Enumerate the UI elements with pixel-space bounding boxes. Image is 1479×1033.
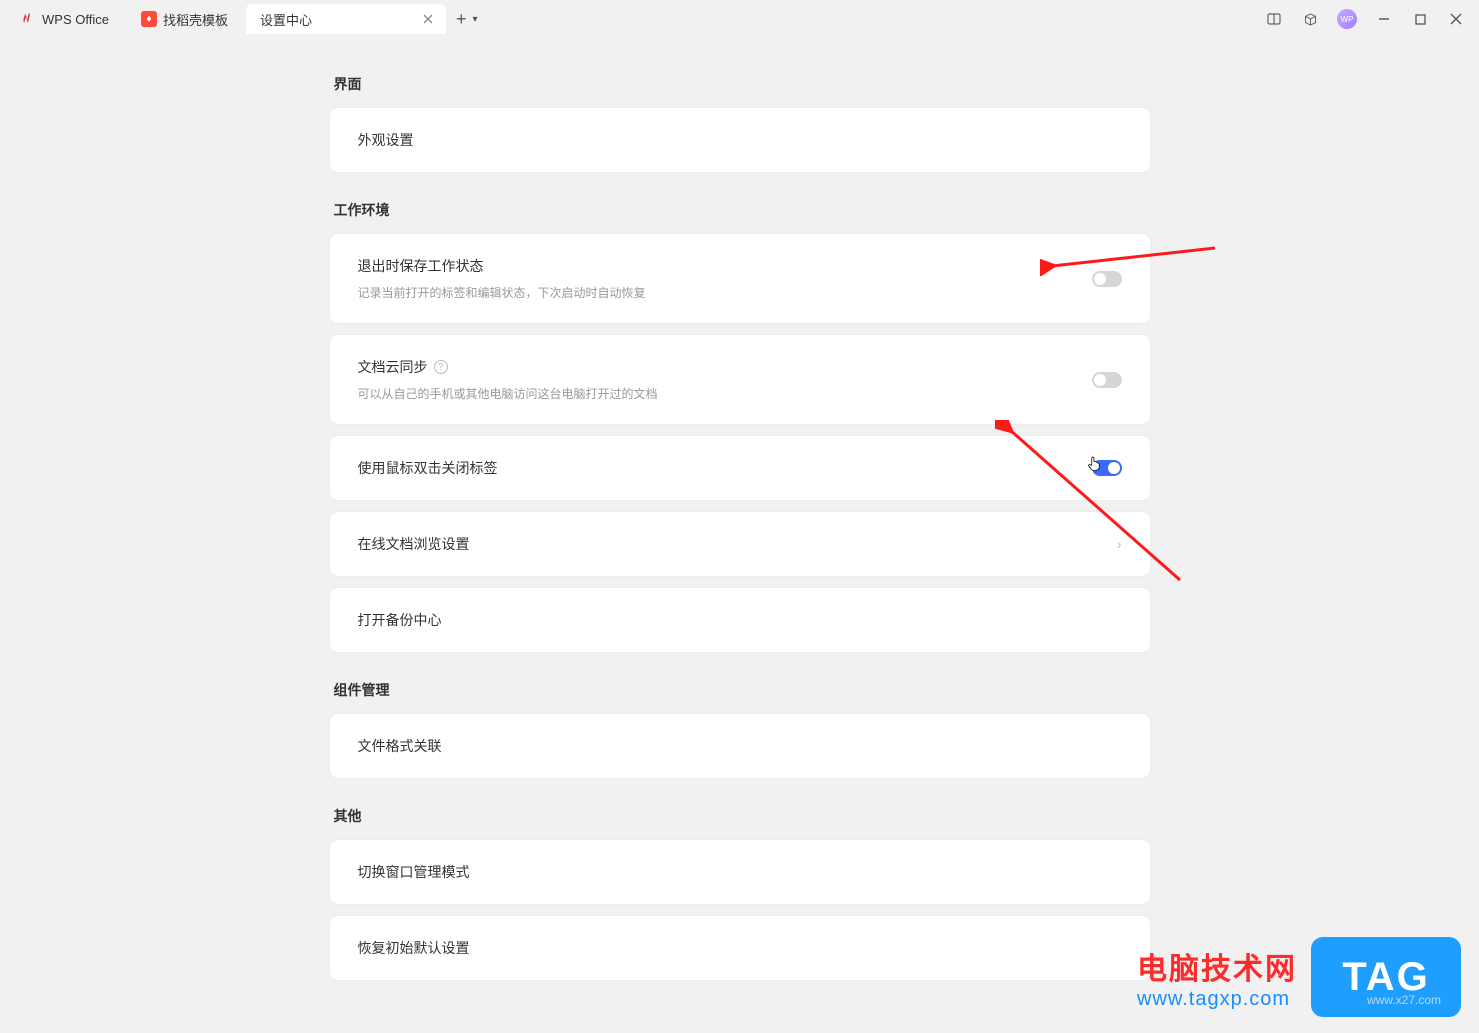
card-restore-default: 恢复初始默认设置 — [330, 916, 1150, 980]
tab-template-label: 找稻壳模板 — [163, 10, 228, 29]
row-appearance[interactable]: 外观设置 — [330, 108, 1150, 172]
new-tab-dropdown-icon[interactable]: ▾ — [472, 14, 477, 25]
maximize-button[interactable] — [1411, 10, 1429, 28]
row-restore-default[interactable]: 恢复初始默认设置 — [330, 916, 1150, 980]
row-backup-center-label: 打开备份中心 — [358, 610, 1122, 630]
avatar-initials: WP — [1341, 15, 1354, 24]
row-online-browse[interactable]: 在线文档浏览设置 › — [330, 512, 1150, 576]
card-window-mode: 切换窗口管理模式 — [330, 840, 1150, 904]
new-tab-controls: + ▾ — [456, 10, 478, 28]
panel-icon[interactable] — [1265, 10, 1283, 28]
row-file-assoc-label: 文件格式关联 — [358, 736, 1122, 756]
row-appearance-label: 外观设置 — [358, 130, 1122, 150]
row-save-state-label: 退出时保存工作状态 — [358, 256, 1092, 276]
tab-settings-label: 设置中心 — [260, 10, 312, 29]
settings-content: 界面 外观设置 工作环境 退出时保存工作状态 记录当前打开的标签和编辑状态，下次… — [330, 38, 1150, 980]
wps-logo-icon — [20, 11, 36, 27]
card-cloud-sync: 文档云同步 ? 可以从自己的手机或其他电脑访问这台电脑打开过的文档 — [330, 335, 1150, 424]
section-title-interface: 界面 — [330, 74, 1150, 94]
chevron-right-icon: › — [1117, 536, 1122, 552]
row-cloud-sync: 文档云同步 ? 可以从自己的手机或其他电脑访问这台电脑打开过的文档 — [330, 335, 1150, 424]
row-restore-default-label: 恢复初始默认设置 — [358, 938, 1122, 958]
section-title-other: 其他 — [330, 806, 1150, 826]
info-icon[interactable]: ? — [434, 360, 448, 374]
card-appearance: 外观设置 — [330, 108, 1150, 172]
row-cloud-sync-label: 文档云同步 ? — [358, 357, 1092, 377]
card-online-browse: 在线文档浏览设置 › — [330, 512, 1150, 576]
toggle-dblclick-close[interactable] — [1092, 460, 1122, 476]
card-dblclick-close: 使用鼠标双击关闭标签 — [330, 436, 1150, 500]
section-title-components: 组件管理 — [330, 680, 1150, 700]
tab-home[interactable]: WPS Office — [6, 4, 123, 34]
row-dblclick-close: 使用鼠标双击关闭标签 — [330, 436, 1150, 500]
row-window-mode[interactable]: 切换窗口管理模式 — [330, 840, 1150, 904]
window-controls: WP — [1251, 0, 1479, 38]
user-avatar[interactable]: WP — [1337, 9, 1357, 29]
row-save-state-sub: 记录当前打开的标签和编辑状态，下次启动时自动恢复 — [358, 284, 1092, 301]
minimize-button[interactable] — [1375, 10, 1393, 28]
new-tab-button[interactable]: + — [456, 10, 467, 28]
tab-template[interactable]: 找稻壳模板 — [127, 4, 242, 34]
row-cloud-sync-sub: 可以从自己的手机或其他电脑访问这台电脑打开过的文档 — [358, 385, 1092, 402]
card-save-state: 退出时保存工作状态 记录当前打开的标签和编辑状态，下次启动时自动恢复 — [330, 234, 1150, 323]
section-title-workenv: 工作环境 — [330, 200, 1150, 220]
tab-settings[interactable]: 设置中心 — [246, 4, 446, 34]
card-backup-center: 打开备份中心 — [330, 588, 1150, 652]
cloud-sync-text: 文档云同步 — [358, 357, 428, 377]
row-window-mode-label: 切换窗口管理模式 — [358, 862, 1122, 882]
row-online-browse-label: 在线文档浏览设置 — [358, 534, 1117, 554]
docer-logo-icon — [141, 11, 157, 27]
row-file-assoc[interactable]: 文件格式关联 — [330, 714, 1150, 778]
row-backup-center[interactable]: 打开备份中心 — [330, 588, 1150, 652]
title-bar: WPS Office 找稻壳模板 设置中心 + ▾ WP — [0, 0, 1479, 38]
toggle-cloud-sync[interactable] — [1092, 372, 1122, 388]
close-tab-icon[interactable] — [420, 11, 436, 27]
cube-icon[interactable] — [1301, 10, 1319, 28]
toggle-save-state[interactable] — [1092, 271, 1122, 287]
settings-page: 界面 外观设置 工作环境 退出时保存工作状态 记录当前打开的标签和编辑状态，下次… — [0, 38, 1479, 1033]
card-file-assoc: 文件格式关联 — [330, 714, 1150, 778]
row-dblclick-close-label: 使用鼠标双击关闭标签 — [358, 458, 1092, 478]
row-save-state: 退出时保存工作状态 记录当前打开的标签和编辑状态，下次启动时自动恢复 — [330, 234, 1150, 323]
tab-home-label: WPS Office — [42, 12, 109, 27]
close-window-button[interactable] — [1447, 10, 1465, 28]
